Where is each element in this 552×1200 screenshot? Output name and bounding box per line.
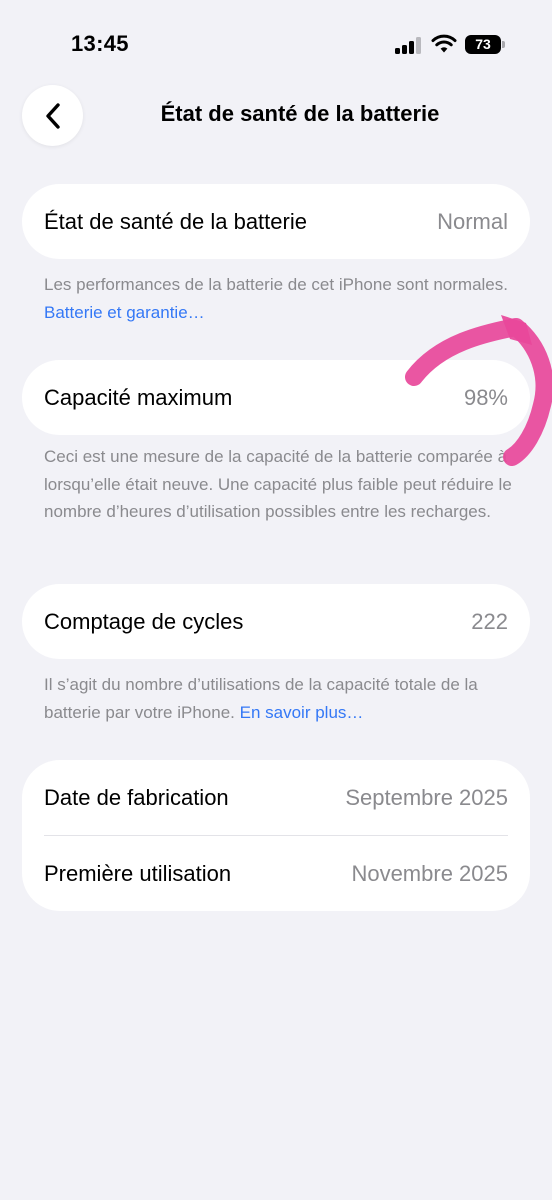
cellular-signal-icon [395, 36, 423, 54]
first-use-value: Novembre 2025 [351, 860, 508, 886]
cycle-count-label: Comptage de cycles [44, 608, 244, 634]
max-capacity-value: 98% [463, 384, 508, 410]
cycle-count-footnote: Il s’agit du nombre d’utilisations de la… [44, 671, 514, 726]
battery-health-footnote: Les performances de la batterie de cet i… [44, 271, 514, 326]
battery-warranty-link[interactable]: Batterie et garantie… [44, 303, 205, 322]
page-title: État de santé de la batterie [160, 101, 440, 126]
battery-health-footnote-text: Les performances de la batterie de cet i… [44, 275, 508, 294]
cycle-count-card: Comptage de cycles 222 [22, 584, 530, 659]
max-capacity-footnote: Ceci est une mesure de la capacité de la… [44, 447, 512, 521]
chevron-left-icon [45, 102, 60, 129]
screen: 13:45 73 État de santé de la batterie Ét… [0, 0, 552, 1200]
status-time: 13:45 [71, 31, 129, 56]
battery-level: 73 [465, 35, 501, 54]
manufacture-date-value: Septembre 2025 [345, 784, 508, 810]
battery-health-row: État de santé de la batterie Normal [22, 184, 530, 259]
dates-card: Date de fabrication Septembre 2025 Premi… [22, 760, 530, 911]
first-use-row: Première utilisation Novembre 2025 [22, 836, 530, 911]
learn-more-link[interactable]: En savoir plus… [240, 703, 364, 722]
manufacture-date-label: Date de fabrication [44, 784, 229, 810]
battery-cap [502, 41, 505, 48]
back-button[interactable] [22, 85, 83, 146]
battery-health-card: État de santé de la batterie Normal [22, 184, 530, 259]
first-use-label: Première utilisation [44, 860, 232, 886]
status-bar: 13:45 73 [0, 0, 552, 90]
cycle-count-row: Comptage de cycles 222 [22, 584, 530, 659]
max-capacity-card: Capacité maximum 98% [22, 360, 530, 435]
wifi-icon [431, 34, 457, 54]
battery-icon: 73 [465, 35, 505, 54]
max-capacity-label: Capacité maximum [44, 384, 233, 410]
manufacture-date-row: Date de fabrication Septembre 2025 [22, 760, 530, 835]
max-capacity-row: Capacité maximum 98% [22, 360, 530, 435]
battery-health-label: État de santé de la batterie [44, 208, 307, 234]
cycle-count-value: 222 [471, 608, 508, 634]
battery-health-value: Normal [437, 208, 508, 234]
